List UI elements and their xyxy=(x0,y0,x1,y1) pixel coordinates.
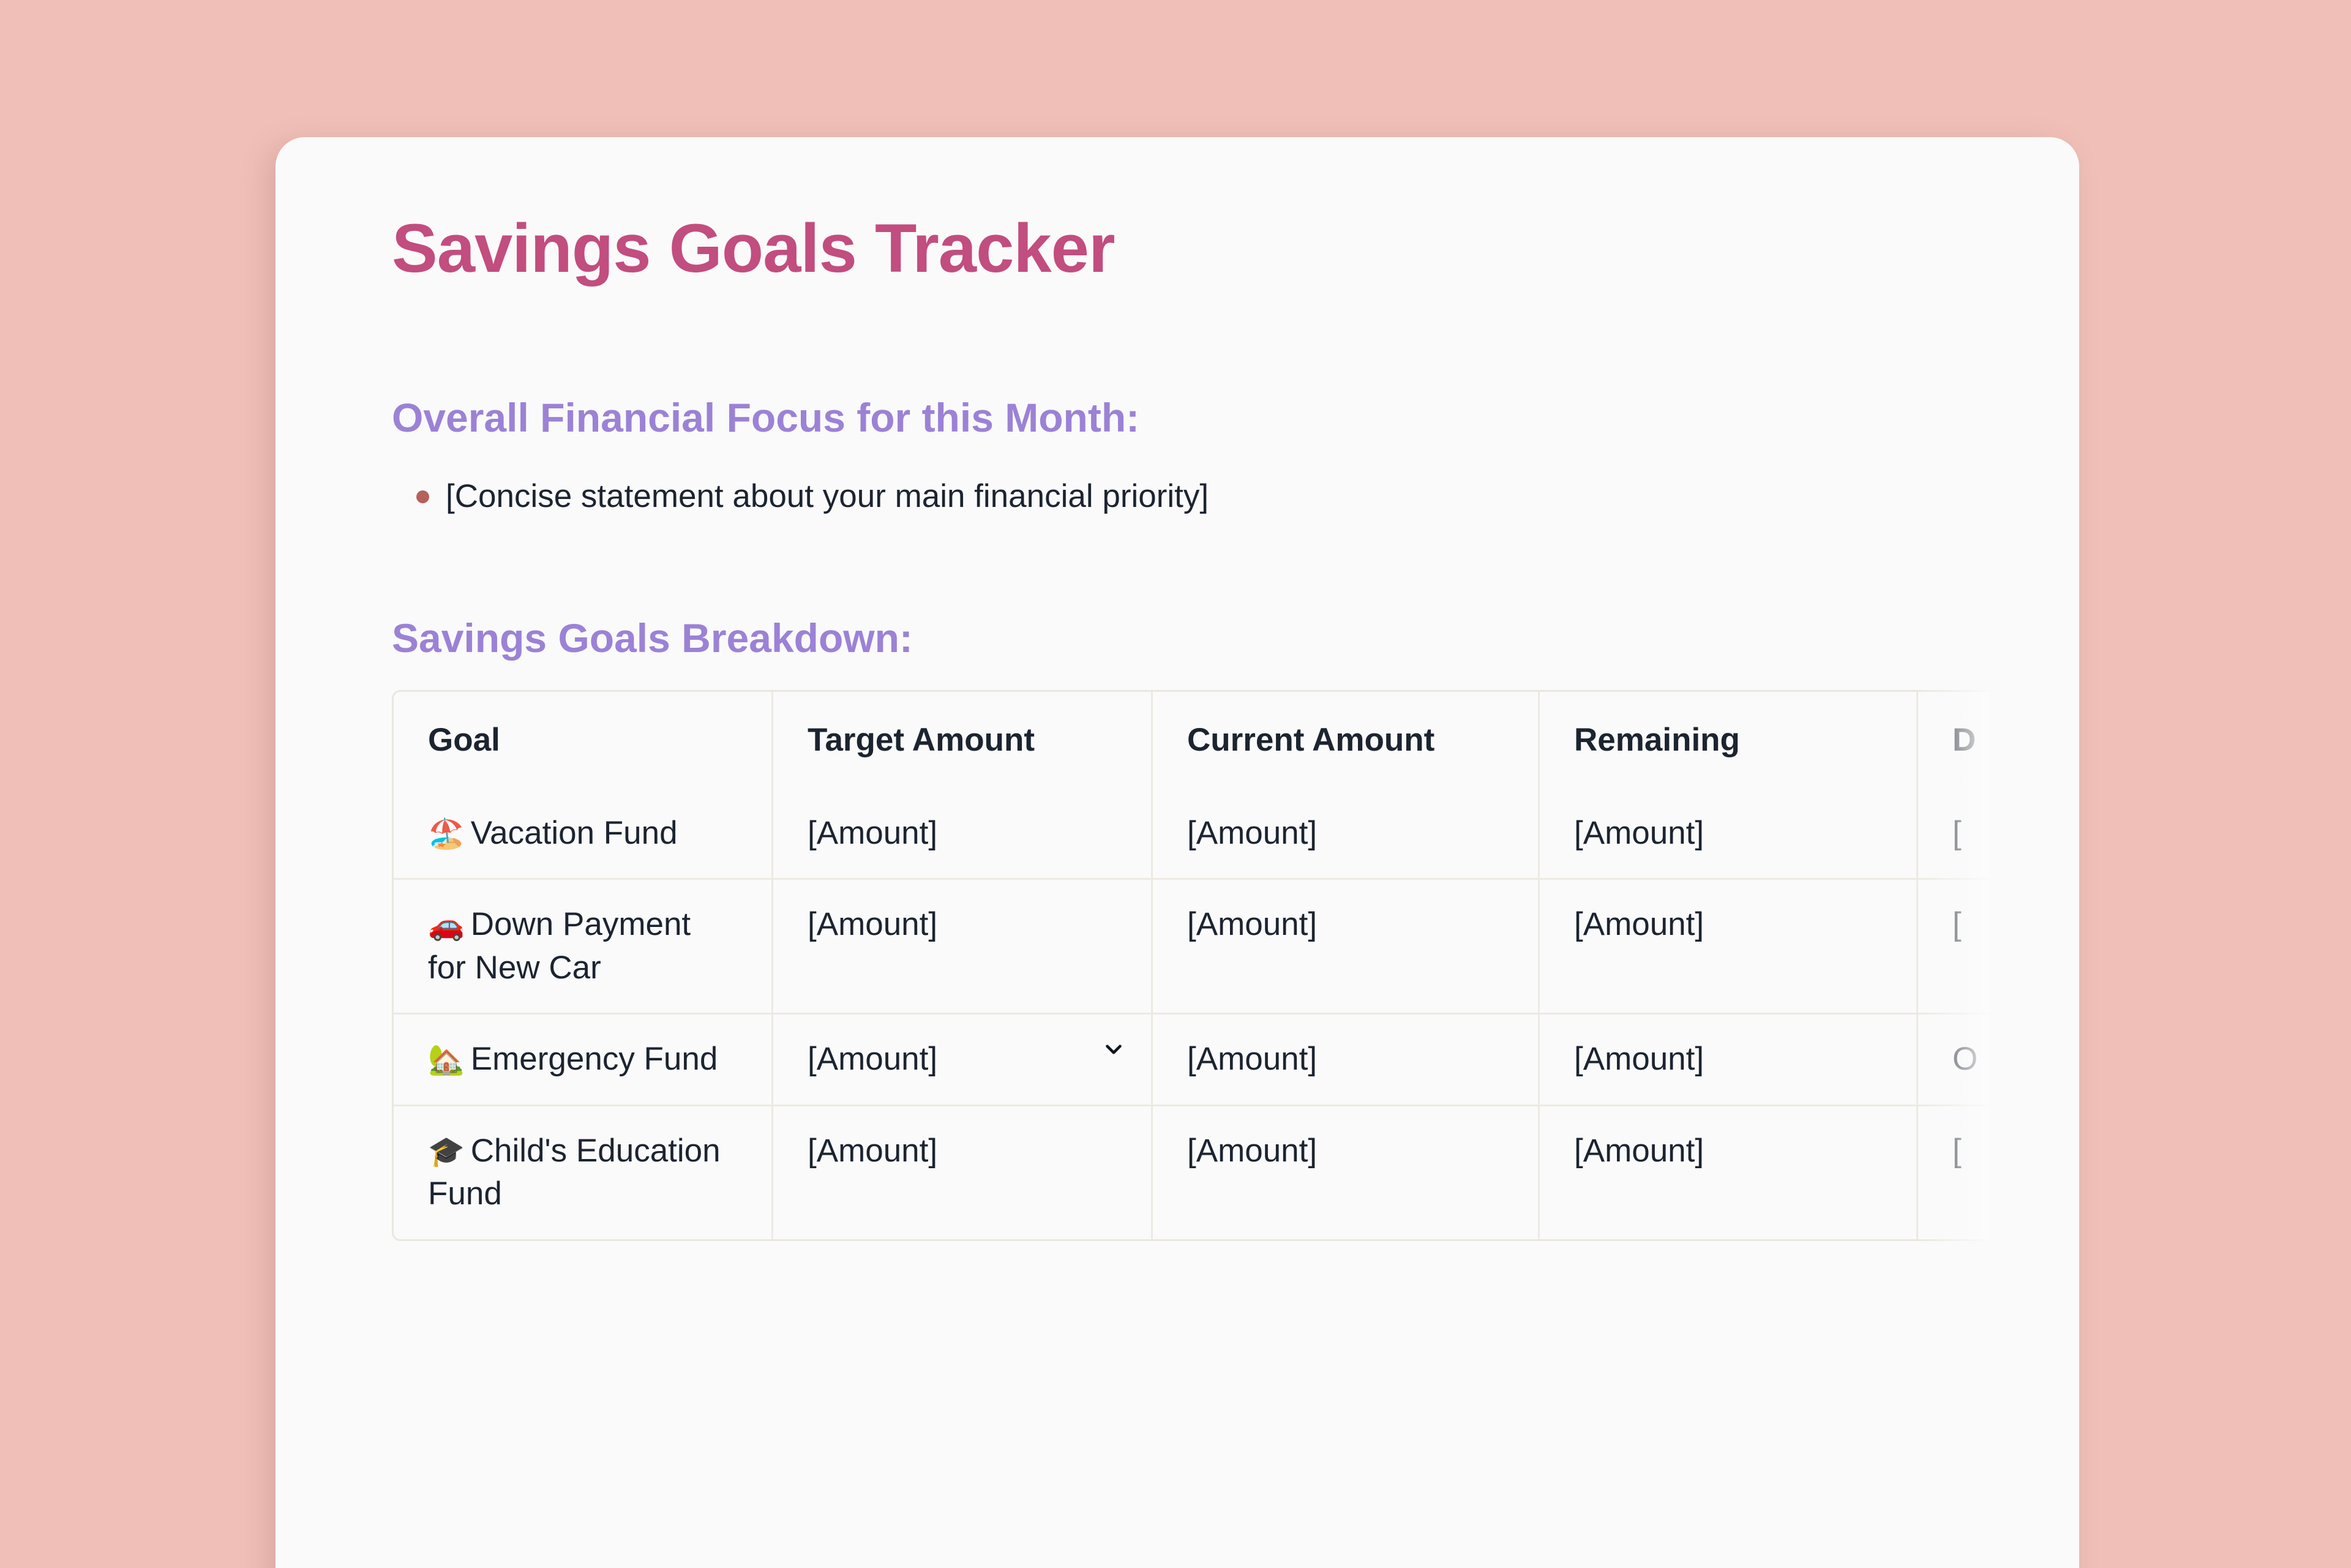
document-card: Savings Goals Tracker Overall Financial … xyxy=(276,137,2079,1568)
table-row: 🏖️ Vacation Fund [Amount] [Amount] [Amoun… xyxy=(394,789,1990,880)
savings-goals-table-wrapper: Goal Target Amount Current Amount Remain… xyxy=(392,689,1990,1241)
chevron-down-icon[interactable] xyxy=(1101,1037,1127,1062)
goal-label: Emergency Fund xyxy=(470,1041,718,1078)
page-title: Savings Goals Tracker xyxy=(392,210,1116,287)
cell-remaining[interactable]: [Amount] xyxy=(1540,880,1918,1015)
cell-current-amount[interactable]: [Amount] xyxy=(1153,1015,1540,1106)
table-header: Goal Target Amount Current Amount Remain… xyxy=(394,691,1990,789)
cell-goal-name: 🏖️ Vacation Fund xyxy=(394,789,773,880)
list-item-label: [Concise statement about your main finan… xyxy=(446,478,1209,515)
table-header-row: Goal Target Amount Current Amount Remain… xyxy=(394,691,1990,789)
cell-current-amount[interactable]: [Amount] xyxy=(1153,789,1540,880)
column-header-remaining: Remaining xyxy=(1540,691,1918,789)
cell-target-amount-value: [Amount] xyxy=(808,1041,938,1078)
cell-remaining[interactable]: [Amount] xyxy=(1540,789,1918,880)
table-body: 🏖️ Vacation Fund [Amount] [Amount] [Amoun… xyxy=(394,789,1990,1239)
cell-target-amount[interactable]: [Amount] xyxy=(773,1106,1153,1239)
house-with-garden-icon: 🏡 xyxy=(428,1043,465,1078)
financial-focus-list: [Concise statement about your main finan… xyxy=(392,475,1987,519)
cell-target-amount[interactable]: [Amount] xyxy=(773,880,1153,1015)
column-header-current-amount: Current Amount xyxy=(1153,691,1540,789)
car-icon: 🚗 xyxy=(428,908,465,943)
document-body: Savings Goals Tracker Overall Financial … xyxy=(276,137,2079,1241)
cell-remaining[interactable]: [Amount] xyxy=(1540,1106,1918,1239)
table-row: 🎓 Child's Education Fund [Amount] [Amount… xyxy=(394,1106,1990,1239)
list-item: [Concise statement about your main finan… xyxy=(416,475,1987,519)
goal-label: Child's Education Fund xyxy=(428,1132,721,1212)
table-row: 🚗 Down Payment for New Car [Amount] [Amou… xyxy=(394,880,1990,1015)
cell-goal-name: 🏡 Emergency Fund xyxy=(394,1015,773,1106)
bullet-dot-icon xyxy=(416,490,429,504)
cell-deadline[interactable]: [ xyxy=(1918,880,1990,1015)
cell-deadline[interactable]: [ xyxy=(1918,1106,1990,1239)
beach-with-umbrella-icon: 🏖️ xyxy=(428,817,465,851)
cell-current-amount[interactable]: [Amount] xyxy=(1153,880,1540,1015)
cell-goal-name: 🚗 Down Payment for New Car xyxy=(394,880,773,1015)
table-row: 🏡 Emergency Fund [Amount] [Amount] [Amoun… xyxy=(394,1015,1990,1106)
cell-deadline[interactable]: O xyxy=(1918,1015,1990,1106)
section-heading-financial-focus: Overall Financial Focus for this Month: xyxy=(392,395,1140,441)
cell-goal-name: 🎓 Child's Education Fund xyxy=(394,1106,773,1239)
goal-label: Down Payment for New Car xyxy=(428,906,691,986)
section-heading-savings-breakdown: Savings Goals Breakdown: xyxy=(392,615,913,661)
cell-target-amount[interactable]: [Amount] xyxy=(773,789,1153,880)
cell-deadline[interactable]: [ xyxy=(1918,789,1990,880)
cell-target-amount[interactable]: [Amount] xyxy=(773,1015,1153,1106)
column-header-deadline: D xyxy=(1918,691,1990,789)
graduation-cap-icon: 🎓 xyxy=(428,1134,465,1169)
column-header-target-amount: Target Amount xyxy=(773,691,1153,789)
page-background: Savings Goals Tracker Overall Financial … xyxy=(0,0,2351,1568)
goal-label: Vacation Fund xyxy=(470,815,678,851)
savings-goals-table: Goal Target Amount Current Amount Remain… xyxy=(392,689,1990,1241)
cell-current-amount[interactable]: [Amount] xyxy=(1153,1106,1540,1239)
column-header-goal: Goal xyxy=(394,691,773,789)
cell-remaining[interactable]: [Amount] xyxy=(1540,1015,1918,1106)
